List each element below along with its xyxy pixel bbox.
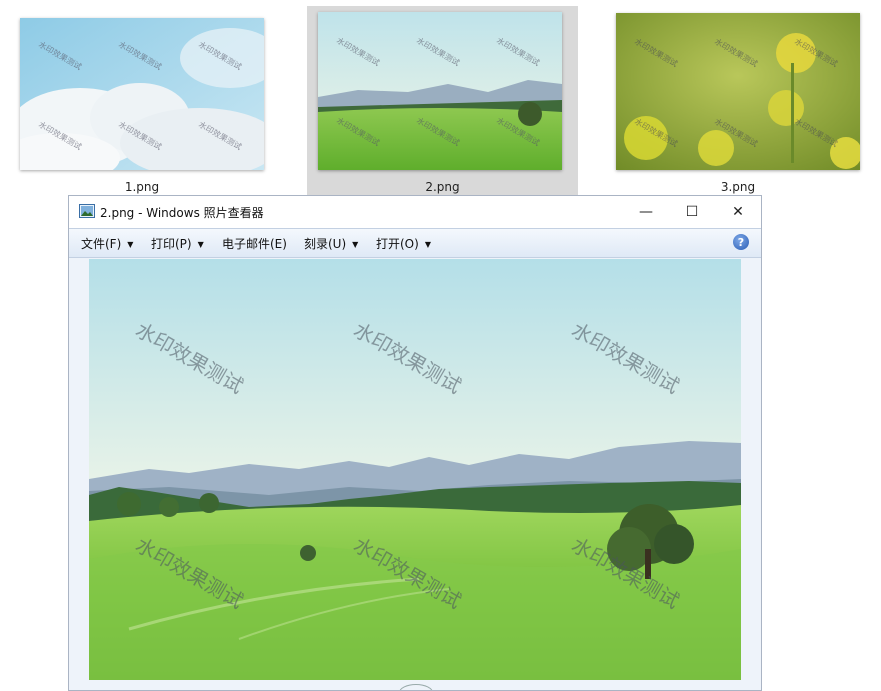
help-icon[interactable]: ? — [733, 234, 749, 250]
thumbnail-image-landscape[interactable]: 水印效果测试 水印效果测试 水印效果测试 水印效果测试 水印效果测试 水印效果测… — [318, 12, 562, 170]
zoom-control[interactable] — [399, 684, 433, 690]
photo-viewer-icon — [79, 204, 95, 218]
thumbnail-label: 3.png — [720, 180, 756, 194]
maximize-button[interactable]: ☐ — [669, 196, 715, 228]
chevron-down-icon: ▼ — [197, 240, 204, 249]
chevron-down-icon: ▼ — [424, 240, 431, 249]
close-button[interactable]: ✕ — [715, 196, 761, 228]
thumbnail-2[interactable]: 水印效果测试 水印效果测试 水印效果测试 水印效果测试 水印效果测试 水印效果测… — [307, 6, 578, 195]
window-title: 2.png - Windows 照片查看器 — [100, 206, 264, 220]
menu-file[interactable]: 文件(F) ▼ — [81, 235, 133, 252]
menu-bar: 文件(F) ▼ 打印(P) ▼ 电子邮件(E) 刻录(U) ▼ 打开(O) ▼ ? — [69, 228, 761, 258]
thumbnail-label: 1.png — [124, 180, 160, 194]
chevron-down-icon: ▼ — [127, 240, 134, 249]
thumbnail-image-flowers[interactable]: 水印效果测试 水印效果测试 水印效果测试 水印效果测试 水印效果测试 水印效果测… — [616, 13, 860, 170]
close-icon: ✕ — [732, 204, 744, 220]
maximize-icon: ☐ — [685, 204, 699, 220]
menu-print[interactable]: 打印(P) ▼ — [151, 235, 204, 252]
landscape-image: 水印效果测试 水印效果测试 水印效果测试 水印效果测试 水印效果测试 水印效果测… — [318, 12, 562, 170]
menu-open[interactable]: 打开(O) ▼ — [376, 235, 431, 252]
thumbnail-3[interactable]: 水印效果测试 水印效果测试 水印效果测试 水印效果测试 水印效果测试 水印效果测… — [606, 6, 870, 195]
chevron-down-icon: ▼ — [352, 240, 359, 249]
rapeseed-flowers-image: 水印效果测试 水印效果测试 水印效果测试 水印效果测试 水印效果测试 水印效果测… — [616, 13, 860, 170]
title-bar[interactable]: 2.png - Windows 照片查看器 — ☐ ✕ — [69, 196, 761, 228]
photo-viewer-window: 2.png - Windows 照片查看器 — ☐ ✕ 文件(F) ▼ 打印(P)… — [68, 195, 762, 691]
thumbnail-1[interactable]: 水印效果测试 水印效果测试 水印效果测试 水印效果测试 水印效果测试 水印效果测… — [12, 6, 272, 195]
sky-clouds-image: 水印效果测试 水印效果测试 水印效果测试 水印效果测试 水印效果测试 水印效果测… — [20, 18, 264, 170]
menu-burn[interactable]: 刻录(U) ▼ — [304, 235, 358, 252]
minimize-icon: — — [639, 204, 653, 220]
landscape-photo: 水印效果测试 水印效果测试 水印效果测试 水印效果测试 水印效果测试 水印效果测… — [89, 259, 741, 680]
thumbnail-label: 2.png — [425, 180, 460, 194]
menu-email[interactable]: 电子邮件(E) — [222, 235, 287, 252]
minimize-button[interactable]: — — [623, 196, 669, 228]
thumbnail-image-sky[interactable]: 水印效果测试 水印效果测试 水印效果测试 水印效果测试 水印效果测试 水印效果测… — [20, 18, 264, 170]
image-display[interactable]: 水印效果测试 水印效果测试 水印效果测试 水印效果测试 水印效果测试 水印效果测… — [89, 259, 741, 680]
